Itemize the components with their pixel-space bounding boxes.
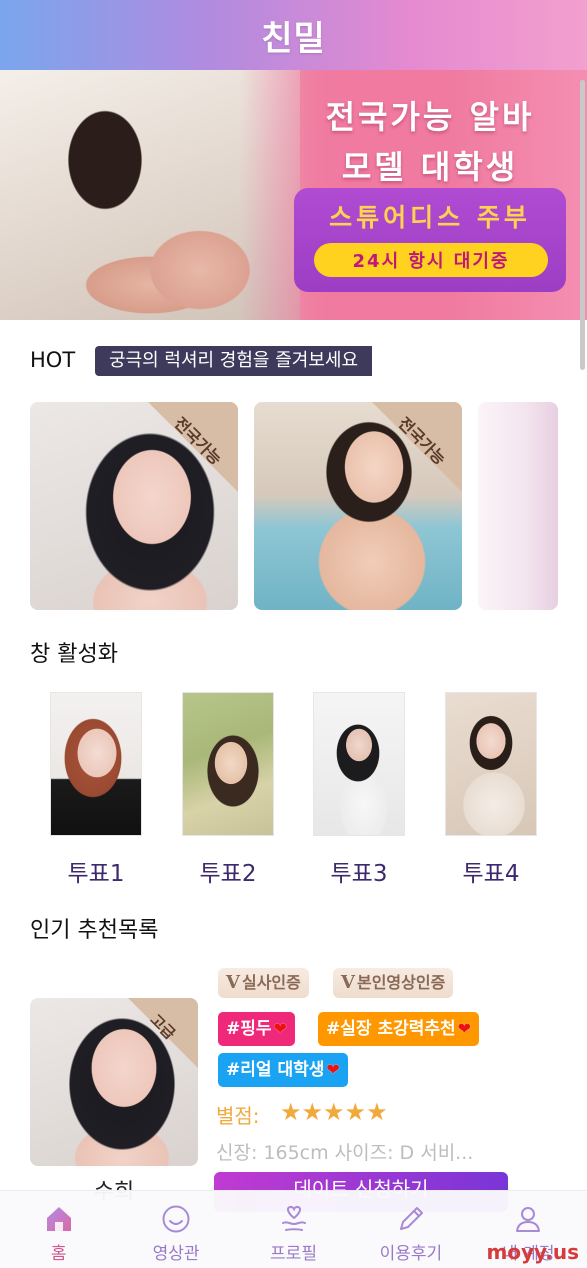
vote-label: 투표1 [67, 861, 125, 887]
scrollbar[interactable] [580, 80, 585, 370]
home-icon [46, 1207, 71, 1231]
vote-photo [182, 692, 274, 836]
nav-item-videos[interactable]: 영상관 [117, 1191, 234, 1268]
badge-label: 실사인증 [241, 973, 301, 992]
corner-ribbon: 고급 [128, 998, 198, 1068]
promo-banner[interactable]: 전국가능 알바 모델 대학생 스튜어디스 주부 24시 항시 대기중 [0, 70, 587, 320]
banner-availability-pill: 24시 항시 대기중 [314, 243, 548, 277]
pencil-icon [399, 1207, 423, 1230]
vote-section-title: 창 활성화 [30, 642, 118, 667]
video-verified-badge: V 본인영상인증 [333, 968, 454, 998]
banner-subtitle: 스튜어디스 주부 [329, 203, 531, 232]
vote-label: 투표4 [462, 861, 520, 887]
smile-icon [162, 1205, 190, 1233]
nav-item-profile[interactable]: 프로필 [235, 1191, 352, 1268]
ribbon-label: 전국가능 [394, 413, 450, 469]
badge-label: 본인영상인증 [356, 973, 446, 992]
corner-ribbon: 전국가능 [372, 402, 462, 492]
heart-hand-icon [281, 1205, 306, 1231]
tag-pink: #핑두 ❤ [218, 1012, 295, 1046]
tag-label: #실장 초강력추천 [326, 1019, 456, 1039]
vote-item-2[interactable]: 투표2 [182, 692, 274, 888]
recommend-photo[interactable]: 고급 [30, 998, 198, 1166]
vote-photo [313, 692, 405, 836]
heart-icon: ❤ [457, 1019, 472, 1038]
app-title: 친밀 [261, 18, 326, 59]
photo-verified-badge: V 실사인증 [218, 968, 309, 998]
verified-mark: V [341, 972, 355, 993]
app-header: 친밀 [0, 0, 587, 70]
user-icon [516, 1207, 541, 1232]
hot-slogan: 궁극의 럭셔리 경험을 즐겨보세요 [95, 346, 373, 376]
tag-college: #리얼 대학생 ❤ [218, 1053, 348, 1087]
nav-label: 이용후기 [379, 1244, 443, 1264]
vote-label: 투표2 [199, 861, 257, 887]
ribbon-label: 전국가능 [170, 413, 226, 469]
recommend-section-title: 인기 추천목록 [30, 918, 159, 943]
vote-item-3[interactable]: 투표3 [313, 692, 405, 888]
hot-card-partial[interactable] [478, 402, 558, 610]
rating-label: 별점: [216, 1104, 260, 1128]
hot-card[interactable]: 전국가능 [254, 402, 462, 610]
vote-item-1[interactable]: 투표1 [50, 692, 142, 888]
watermark: moyy.us [486, 1240, 579, 1264]
banner-subbox: 스튜어디스 주부 24시 항시 대기중 [294, 188, 566, 292]
nav-label: 홈 [50, 1244, 67, 1264]
tag-label: #핑두 [226, 1019, 272, 1039]
verified-mark: V [226, 972, 240, 993]
nav-item-reviews[interactable]: 이용후기 [352, 1191, 469, 1268]
banner-headline-1: 전국가능 알바 [325, 98, 535, 136]
corner-ribbon: 전국가능 [148, 402, 238, 492]
heart-icon: ❤ [326, 1060, 340, 1079]
vote-item-4[interactable]: 투표4 [445, 692, 537, 888]
vote-photo [445, 692, 537, 836]
ribbon-label: 고급 [146, 1010, 179, 1043]
hot-section-label: HOT [30, 348, 76, 372]
banner-headline-2: 모델 대학생 [341, 148, 519, 186]
tag-label: #리얼 대학생 [226, 1060, 325, 1080]
profile-spec: 신장: 165cm 사이즈: D 서비... [216, 1142, 474, 1164]
nav-label: 영상관 [152, 1244, 200, 1264]
hot-card[interactable]: 전국가능 [30, 402, 238, 610]
tag-manager-pick: #실장 초강력추천 ❤ [318, 1012, 480, 1046]
heart-icon: ❤ [273, 1019, 287, 1038]
star-rating: ★★★★★ [280, 1098, 388, 1126]
vote-photo [50, 692, 142, 836]
nav-label: 프로필 [270, 1244, 317, 1264]
vote-label: 투표3 [330, 861, 388, 887]
nav-item-home[interactable]: 홈 [0, 1191, 117, 1268]
